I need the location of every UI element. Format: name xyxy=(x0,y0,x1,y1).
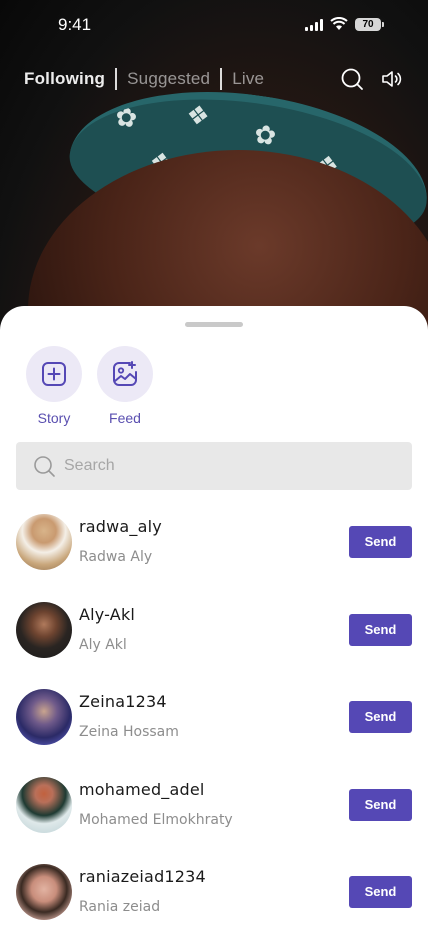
avatar[interactable] xyxy=(16,864,72,920)
tab-suggested[interactable]: Suggested xyxy=(127,69,210,89)
share-option-label: Feed xyxy=(109,410,141,426)
top-actions xyxy=(340,67,404,91)
tab-following[interactable]: Following xyxy=(24,69,105,89)
contact-list: radwa_aly Radwa Aly Send Aly-Akl Aly Akl… xyxy=(0,514,428,926)
wifi-icon xyxy=(330,17,348,30)
contact-username: mohamed_adel xyxy=(79,779,205,799)
send-button[interactable]: Send xyxy=(349,526,412,558)
battery-icon: 70 xyxy=(355,18,384,31)
status-bar: 9:41 70 xyxy=(0,0,428,50)
share-to-story-button[interactable]: Story xyxy=(26,346,82,426)
avatar[interactable] xyxy=(16,601,72,658)
send-button[interactable]: Send xyxy=(349,876,412,908)
contact-name: Zeina Hossam xyxy=(79,724,179,740)
search-bar[interactable] xyxy=(16,442,412,490)
list-item: mohamed_adel Mohamed Elmokhraty Send xyxy=(0,776,428,865)
contact-username: Aly-Akl xyxy=(79,604,136,624)
search-icon xyxy=(34,456,55,477)
feed-tabs: Following Suggested Live xyxy=(24,66,264,92)
avatar[interactable] xyxy=(16,776,72,833)
contact-name: Aly Akl xyxy=(79,636,127,653)
share-sheet: Story Feed radwa_aly Radwa Aly Send xyxy=(0,306,428,926)
search-input[interactable] xyxy=(64,457,384,475)
send-button[interactable]: Send xyxy=(349,701,412,733)
contact-username: Zeina1234 xyxy=(79,692,167,711)
signal-icon xyxy=(305,19,323,31)
contact-username: raniazeiad1234 xyxy=(79,867,206,886)
list-item: Zeina1234 Zeina Hossam Send xyxy=(0,689,428,777)
contact-name: Rania zeiad xyxy=(79,899,161,915)
share-to-feed-button[interactable]: Feed xyxy=(97,346,153,426)
contact-username: radwa_aly xyxy=(79,517,162,536)
send-button[interactable]: Send xyxy=(349,613,412,646)
sheet-handle[interactable] xyxy=(185,322,243,327)
tab-live[interactable]: Live xyxy=(232,69,264,89)
tab-divider xyxy=(115,68,118,90)
tab-divider xyxy=(220,68,223,90)
feed-image-icon xyxy=(113,361,137,386)
list-item: Aly-Akl Aly Akl Send xyxy=(0,601,428,690)
share-option-label: Story xyxy=(37,410,71,426)
avatar[interactable] xyxy=(16,689,72,745)
share-option-circle xyxy=(97,346,153,402)
contact-name: Mohamed Elmokhraty xyxy=(79,811,233,828)
list-item: radwa_aly Radwa Aly Send xyxy=(0,514,428,602)
speaker-icon[interactable] xyxy=(380,67,404,91)
contact-name: Radwa Aly xyxy=(79,549,153,565)
share-option-circle xyxy=(26,346,82,402)
send-button[interactable]: Send xyxy=(349,788,412,821)
avatar[interactable] xyxy=(16,514,72,570)
status-time: 9:41 xyxy=(58,15,92,34)
add-story-icon xyxy=(42,362,66,386)
video-background: ✿ ❖ ✿ ❖ ✿ ❖ ✿ ✿ xyxy=(0,0,428,340)
search-icon[interactable] xyxy=(340,67,364,91)
list-item: raniazeiad1234 Rania zeiad Send xyxy=(0,864,428,926)
